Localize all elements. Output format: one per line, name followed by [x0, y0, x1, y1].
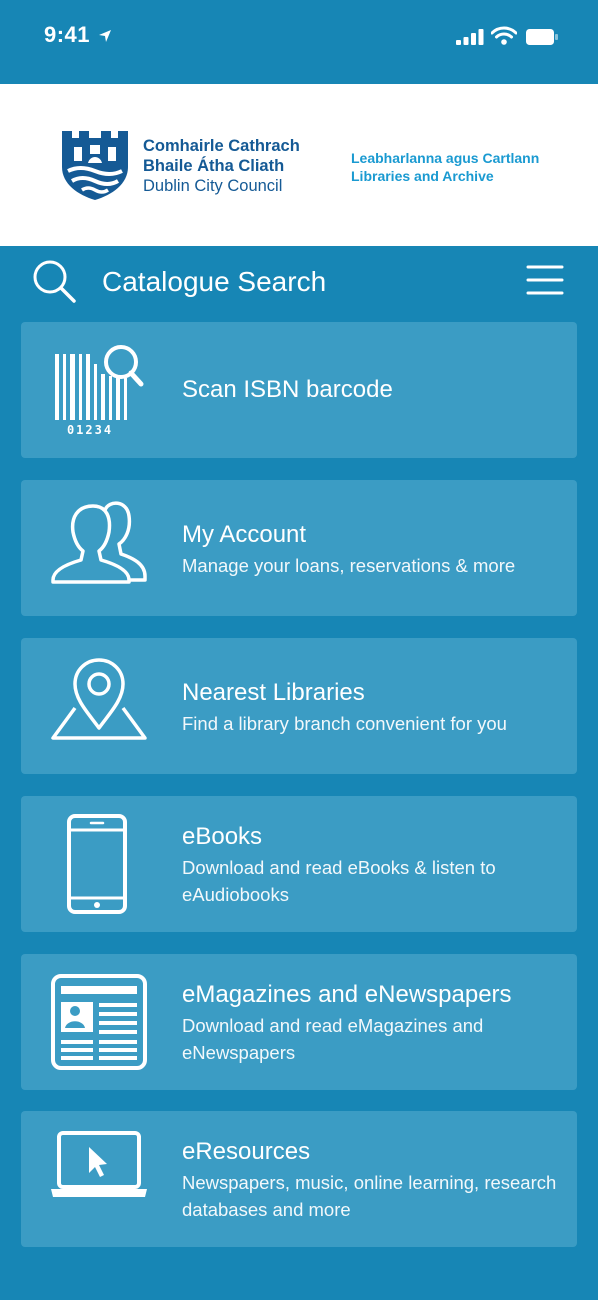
- card-subtitle: Manage your loans, reservations & more: [182, 555, 516, 576]
- laptop-icon: [51, 1131, 147, 1197]
- card-text: eResources Newspapers, music, online lea…: [182, 1137, 557, 1223]
- card-title: Scan ISBN barcode: [182, 376, 393, 403]
- council-name-english: Dublin City Council: [143, 177, 283, 195]
- card-title: My Account: [182, 521, 307, 548]
- card-subtitle: Download and read eBooks & listen to eAu…: [182, 857, 496, 905]
- council-name: Comhairle Cathrach Bhaile Átha Cliath Du…: [143, 136, 300, 196]
- card-subtitle: Download and read eMagazines and eNewspa…: [182, 1015, 484, 1063]
- catalogue-search-label[interactable]: Catalogue Search: [102, 266, 326, 298]
- menu-card-ebooks[interactable]: eBooks Download and read eBooks & listen…: [21, 796, 577, 932]
- logo-header: Comhairle Cathrach Bhaile Átha Cliath Du…: [0, 84, 598, 246]
- card-title: Nearest Libraries: [182, 679, 365, 706]
- newspaper-icon: [51, 974, 147, 1070]
- card-text: eBooks Download and read eBooks & listen…: [182, 822, 557, 908]
- location-arrow-icon: [99, 30, 111, 42]
- barcode-digits: 01234: [67, 423, 113, 437]
- card-title: eBooks: [182, 823, 263, 850]
- menu-card-emagazines[interactable]: eMagazines and eNewspapers Download and …: [21, 954, 577, 1090]
- map-pin-icon: [51, 658, 147, 740]
- wifi-icon: [491, 26, 517, 45]
- council-name-irish-1: Comhairle Cathrach: [143, 137, 300, 155]
- card-text: eMagazines and eNewspapers Download and …: [182, 980, 557, 1066]
- barcode-scan-icon: 01234: [55, 345, 144, 437]
- dublin-crest-icon: [62, 131, 128, 200]
- search-icon[interactable]: [32, 259, 78, 305]
- status-bar: 9:41: [0, 0, 598, 84]
- card-text: Scan ISBN barcode: [182, 375, 557, 405]
- menu-card-eresources[interactable]: eResources Newspapers, music, online lea…: [21, 1111, 577, 1247]
- users-icon: [51, 501, 147, 584]
- library-name: Leabharlanna agus Cartlann Libraries and…: [351, 149, 539, 185]
- cellular-signal-icon: [456, 29, 484, 45]
- menu-card-scan-isbn[interactable]: 01234 Scan ISBN barcode: [21, 322, 577, 458]
- menu-card-nearest-libraries[interactable]: Nearest Libraries Find a library branch …: [21, 638, 577, 774]
- battery-icon: [526, 29, 558, 45]
- card-subtitle: Find a library branch convenient for you: [182, 713, 507, 734]
- card-title: eResources: [182, 1138, 311, 1165]
- catalogue-search-bar[interactable]: Catalogue Search: [0, 246, 598, 316]
- card-text: My Account Manage your loans, reservatio…: [182, 520, 557, 579]
- council-name-irish-2: Bhaile Átha Cliath: [143, 157, 285, 175]
- card-title: eMagazines and eNewspapers: [182, 981, 512, 1008]
- library-name-irish: Leabharlanna agus Cartlann: [351, 150, 540, 166]
- hamburger-menu-icon[interactable]: [526, 264, 564, 296]
- tablet-icon: [67, 814, 127, 914]
- library-name-english: Libraries and Archive: [351, 168, 494, 184]
- card-text: Nearest Libraries Find a library branch …: [182, 678, 557, 737]
- status-time: 9:41: [44, 22, 91, 47]
- card-subtitle: Newspapers, music, online learning, rese…: [182, 1172, 557, 1220]
- menu-card-my-account[interactable]: My Account Manage your loans, reservatio…: [21, 480, 577, 616]
